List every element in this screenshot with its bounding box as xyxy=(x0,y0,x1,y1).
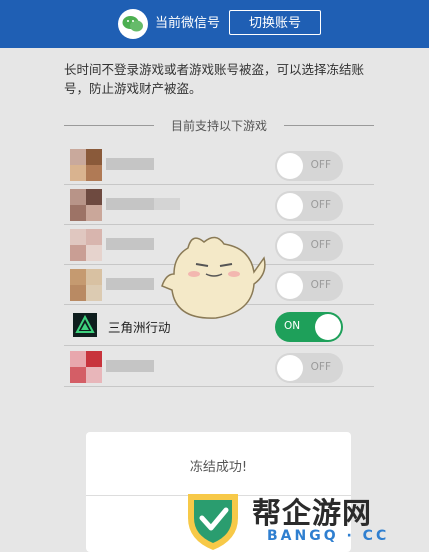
game-row: OFF xyxy=(64,346,374,387)
app-frame: 当前微信号 切换账号 长时间不登录游戏或者游戏账号被盗，可以选择冻结账号，防止游… xyxy=(0,0,429,552)
toggle-label: OFF xyxy=(310,239,331,251)
game-name-blurred xyxy=(154,198,180,210)
game-toggle[interactable]: OFF xyxy=(275,231,343,261)
toggle-knob xyxy=(277,355,303,381)
game-row: OFF xyxy=(64,184,374,225)
toggle-knob xyxy=(277,153,303,179)
game-toggle[interactable]: OFF xyxy=(275,191,343,221)
game-icon-blurred xyxy=(70,189,102,221)
game-name-blurred xyxy=(106,360,154,372)
toggle-knob xyxy=(277,233,303,259)
watermark: 帮企游网 BANGQ · CC xyxy=(178,488,429,552)
game-name-blurred xyxy=(106,158,154,170)
wechat-icon xyxy=(118,9,148,39)
delta-force-icon xyxy=(73,313,97,337)
toggle-knob xyxy=(277,273,303,299)
game-toggle[interactable]: OFF xyxy=(275,353,343,383)
dialog-message: 冻结成功! xyxy=(189,460,248,475)
supported-games-heading: 目前支持以下游戏 xyxy=(64,116,374,136)
game-toggle[interactable]: OFF xyxy=(275,271,343,301)
game-name-blurred xyxy=(106,238,154,250)
game-name-blurred xyxy=(106,278,154,290)
divider-right xyxy=(284,125,374,126)
current-wechat-label: 当前微信号 xyxy=(155,16,221,31)
game-icon-blurred xyxy=(70,269,102,301)
intro-text: 长时间不登录游戏或者游戏账号被盗，可以选择冻结账号，防止游戏财产被盗。 xyxy=(64,62,365,96)
toggle-label: OFF xyxy=(310,279,331,291)
game-name-blurred xyxy=(106,198,154,210)
toggle-label: OFF xyxy=(310,159,331,171)
game-icon-blurred xyxy=(70,149,102,181)
switch-account-button[interactable]: 切换账号 xyxy=(229,10,321,35)
toggle-label: OFF xyxy=(310,361,331,373)
game-row: OFF xyxy=(64,144,374,185)
header-bar: 当前微信号 切换账号 xyxy=(0,0,429,48)
shield-logo-icon xyxy=(188,494,238,550)
toggle-knob xyxy=(277,193,303,219)
game-icon-blurred xyxy=(70,229,102,261)
toggle-label: OFF xyxy=(310,199,331,211)
game-toggle[interactable]: ON xyxy=(275,312,343,342)
toggle-label: ON xyxy=(284,320,301,332)
watermark-text: 帮企游网 xyxy=(252,496,373,530)
toggle-knob xyxy=(315,314,341,340)
mascot-illustration xyxy=(158,228,268,324)
game-icon-blurred xyxy=(70,351,102,383)
game-toggle[interactable]: OFF xyxy=(275,151,343,181)
watermark-subtext: BANGQ · CC xyxy=(267,528,390,544)
